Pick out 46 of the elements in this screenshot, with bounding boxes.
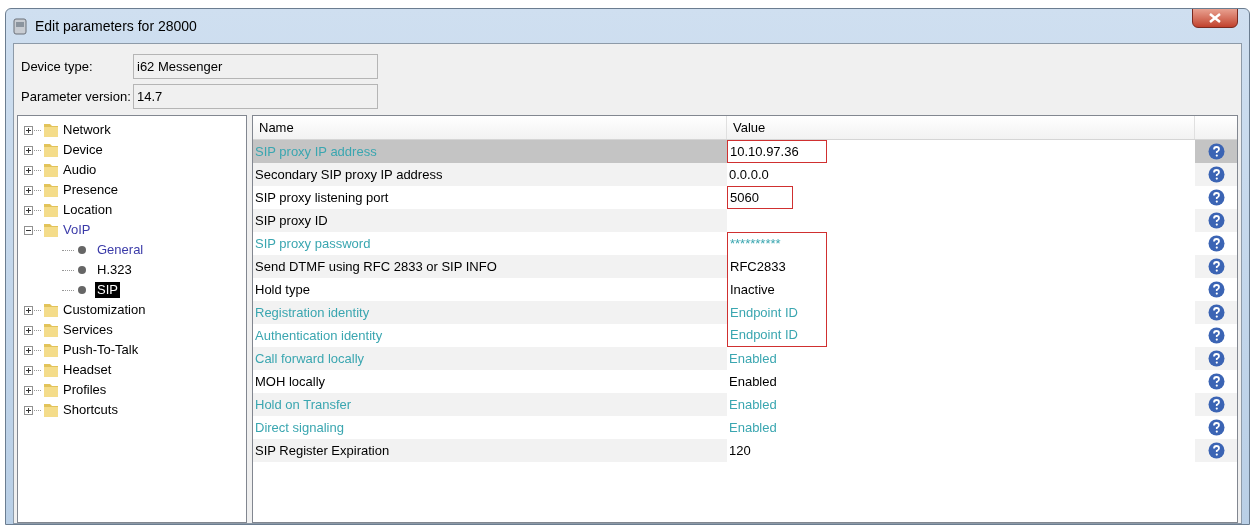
tree-item[interactable]: Customization [61, 302, 148, 318]
name-cell-text: Send DTMF using RFC 2833 or SIP INFO [254, 257, 498, 276]
tree-item[interactable]: Profiles [61, 382, 109, 398]
name-cell-text: SIP proxy IP address [254, 142, 378, 161]
value-cell[interactable]: 120 [727, 439, 753, 462]
value-cell[interactable]: Enabled [727, 370, 779, 393]
name-cell-text: Registration identity [254, 303, 371, 322]
tree-item[interactable]: Location [61, 202, 115, 218]
tree-item[interactable]: SIP [95, 282, 120, 298]
column-header[interactable]: Value [727, 116, 1195, 139]
name-cell-text: Direct signaling [254, 418, 345, 437]
value-cell[interactable]: 10.10.97.36 [727, 140, 827, 163]
table-row[interactable]: SIP Register Expiration 120 [253, 439, 1237, 462]
name-cell-text: SIP proxy ID [254, 211, 329, 230]
name-cell-text: SIP proxy listening port [254, 188, 390, 207]
name-cell-text: SIP proxy password [254, 234, 372, 253]
tree-item[interactable]: General [95, 242, 146, 258]
read-only-field: i62 Messenger [133, 54, 378, 79]
table-row[interactable]: SIP proxy IP address 10.10.97.36 [253, 140, 1237, 163]
name-cell-text: Hold on Transfer [254, 395, 353, 414]
tree-item[interactable]: Shortcuts [61, 402, 120, 418]
table-row[interactable]: SIP proxy ID [253, 209, 1237, 232]
tree-item[interactable]: Presence [61, 182, 120, 198]
table-row[interactable]: Send DTMF using RFC 2833 or SIP INFO RFC2833 [253, 255, 1237, 278]
tree-item[interactable]: Headset [61, 362, 114, 378]
name-cell-text: MOH locally [254, 372, 327, 391]
tree-item[interactable]: Device [61, 142, 105, 158]
tree-item[interactable]: Services [61, 322, 115, 338]
window-title: Edit parameters for 28000 [35, 16, 197, 36]
field-label: Device type: [21, 57, 94, 76]
value-cell[interactable]: 5060 [727, 186, 793, 209]
tree-item[interactable]: VoIP [61, 222, 93, 238]
name-cell-text: Authentication identity [254, 326, 384, 345]
tree-item[interactable]: Push-To-Talk [61, 342, 141, 358]
name-cell-text: Call forward locally [254, 349, 366, 368]
name-cell-text: SIP Register Expiration [254, 441, 391, 460]
column-header[interactable]: Name [253, 116, 727, 139]
table-row[interactable]: Secondary SIP proxy IP address 0.0.0.0 [253, 163, 1237, 186]
read-only-field: 14.7 [133, 84, 378, 109]
value-cell[interactable]: 0.0.0.0 [727, 163, 771, 186]
tree-item[interactable]: H.323 [95, 262, 134, 278]
name-cell-text: Hold type [254, 280, 311, 299]
name-cell-text: Secondary SIP proxy IP address [254, 165, 444, 184]
field-label: Parameter version: [21, 87, 132, 106]
tree-item[interactable]: Audio [61, 162, 99, 178]
tree-item[interactable]: Network [61, 122, 113, 138]
